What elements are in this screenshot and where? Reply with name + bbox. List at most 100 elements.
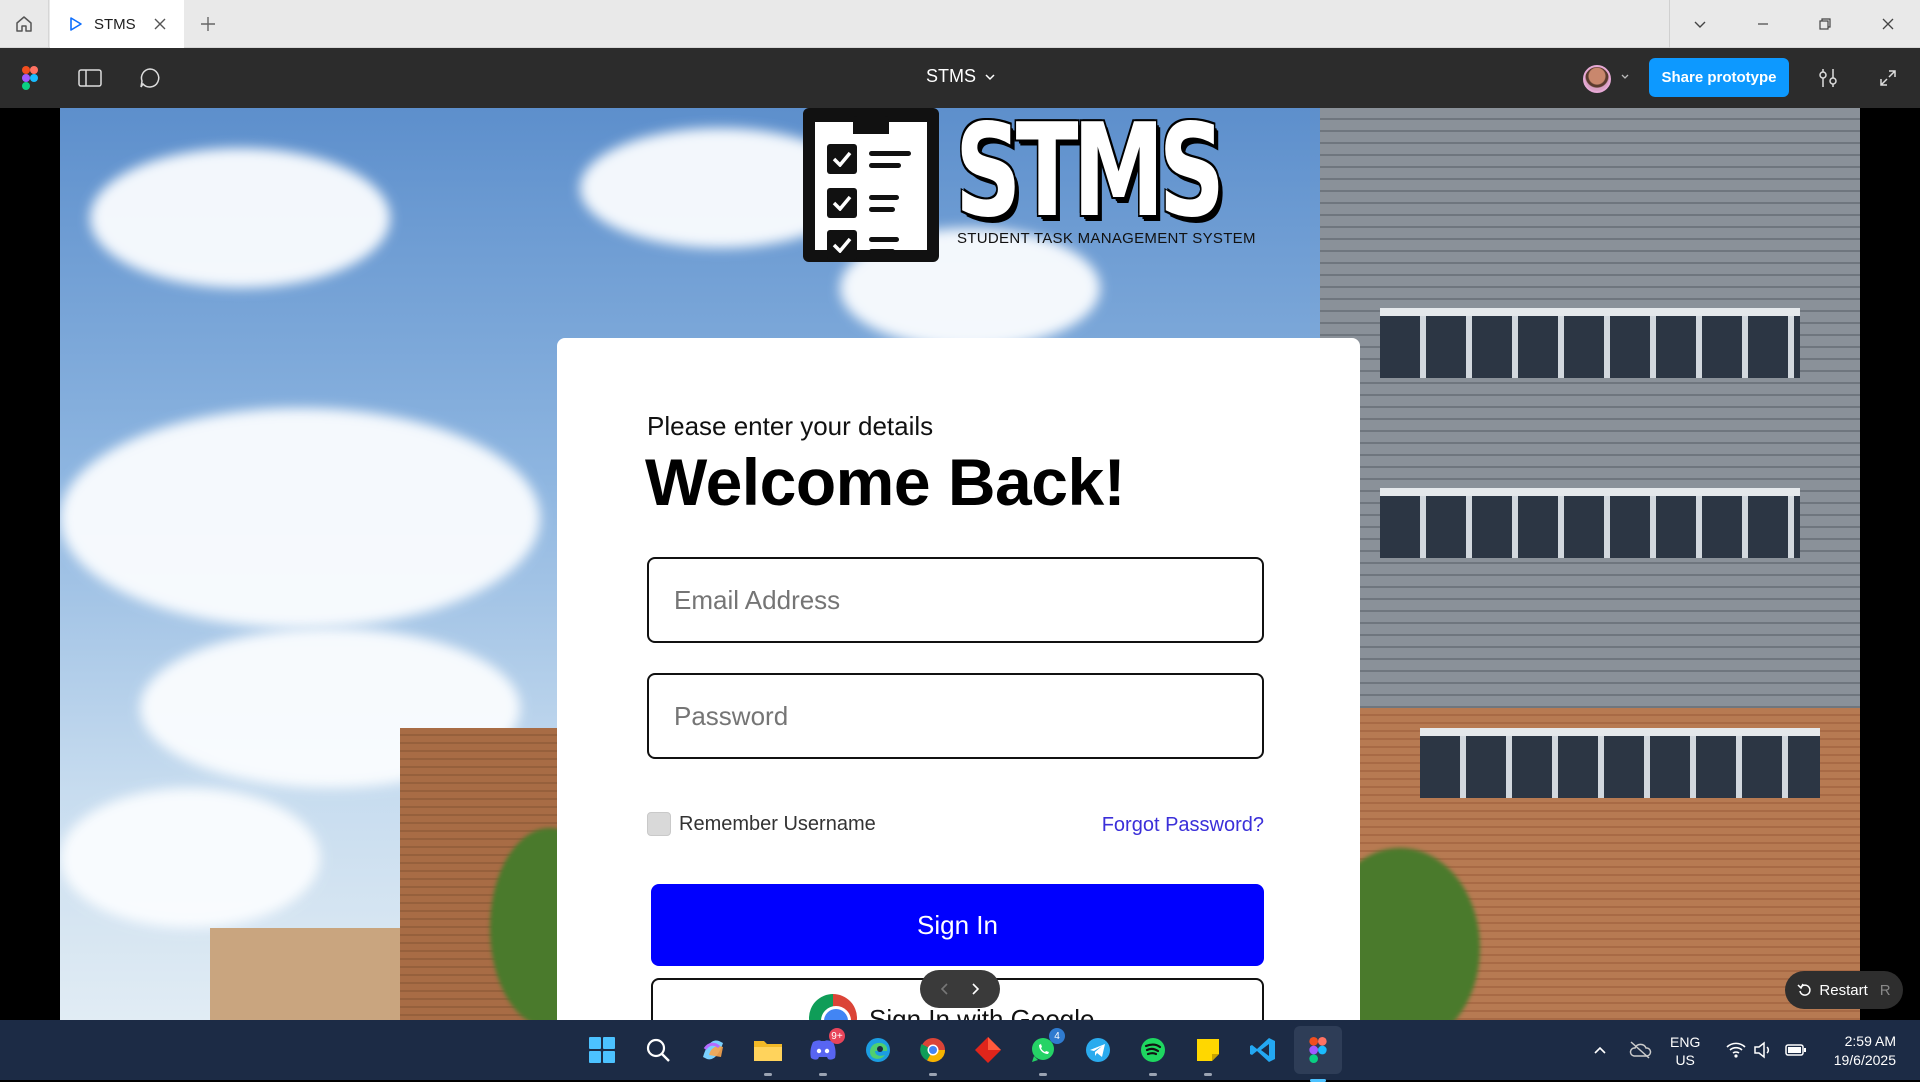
restart-label: Restart	[1819, 981, 1868, 999]
prototype-canvas: STMS STUDENT TASK MANAGEMENT SYSTEM Plea…	[0, 108, 1920, 1020]
prototype-toolbar: STMS Share prototype	[0, 48, 1920, 108]
play-icon	[70, 17, 82, 31]
clock-date: 19/6/2025	[1833, 1052, 1896, 1068]
clock-time: 2:59 AM	[1844, 1033, 1896, 1049]
google-icon	[809, 994, 857, 1020]
figma-menu-button[interactable]	[22, 66, 38, 90]
background-building	[210, 928, 420, 1020]
chrome-button[interactable]	[915, 1032, 951, 1076]
password-field[interactable]	[647, 673, 1264, 759]
file-explorer-button[interactable]	[750, 1032, 786, 1076]
home-icon	[16, 16, 32, 32]
copilot-button[interactable]	[695, 1032, 731, 1068]
app-red-diamond-button[interactable]	[970, 1032, 1006, 1068]
file-title-dropdown[interactable]: STMS	[926, 66, 996, 87]
restore-button[interactable]	[1813, 12, 1837, 36]
remember-username[interactable]: Remember Username	[647, 812, 876, 836]
login-card: Please enter your details Welcome Back! …	[557, 338, 1360, 1020]
windows-taskbar: 9+ 4 ENG US 2:59 AM 19/6/2025	[0, 1020, 1920, 1082]
restart-icon	[1797, 983, 1812, 996]
prototype-navigation	[920, 970, 1000, 1008]
onedrive-button[interactable]	[1622, 1032, 1658, 1068]
volume-icon	[1754, 1041, 1770, 1059]
file-explorer-icon	[754, 1041, 782, 1061]
new-tab-button[interactable]	[196, 12, 220, 36]
forgot-password-link[interactable]: Forgot Password?	[1102, 814, 1264, 837]
vscode-icon	[1250, 1038, 1275, 1062]
building-windows	[1420, 728, 1820, 798]
restart-prototype-button[interactable]: Restart R	[1785, 971, 1903, 1009]
sticky-notes-icon	[1197, 1039, 1219, 1061]
settings-sliders-icon	[1819, 69, 1837, 87]
background-building	[1320, 108, 1860, 1020]
close-tab-icon[interactable]	[152, 16, 168, 32]
previous-frame-icon[interactable]	[938, 982, 952, 996]
discord-button[interactable]: 9+	[805, 1028, 845, 1076]
background-cloud	[60, 788, 320, 928]
email-field[interactable]	[647, 557, 1264, 643]
spotify-icon	[1141, 1038, 1165, 1062]
toggle-sidebar-button[interactable]	[78, 66, 102, 90]
figma-logo-icon	[22, 66, 38, 90]
minimize-button[interactable]	[1751, 12, 1775, 36]
building-windows	[1380, 308, 1800, 378]
home-button[interactable]	[0, 0, 49, 48]
fullscreen-button[interactable]	[1879, 66, 1897, 90]
tabs-dropdown-button[interactable]	[1688, 12, 1712, 36]
vscode-button[interactable]	[1245, 1032, 1281, 1068]
login-screen-frame: STMS STUDENT TASK MANAGEMENT SYSTEM Plea…	[60, 108, 1860, 1020]
close-window-button[interactable]	[1876, 12, 1900, 36]
battery-icon	[1785, 1044, 1806, 1056]
search-button[interactable]	[640, 1032, 676, 1068]
logo-wordmark: STMS	[955, 108, 1225, 246]
background-cloud	[90, 148, 390, 288]
tab-stms[interactable]: STMS	[50, 0, 184, 48]
prototype-settings-button[interactable]	[1817, 66, 1839, 90]
figma-icon	[1309, 1037, 1327, 1063]
input-language[interactable]: ENG US	[1670, 1033, 1700, 1069]
share-prototype-button[interactable]: Share prototype	[1649, 58, 1789, 97]
logo-tagline: STUDENT TASK MANAGEMENT SYSTEM	[957, 230, 1256, 247]
login-heading: Welcome Back!	[645, 445, 1126, 519]
close-icon	[1882, 18, 1894, 30]
sign-in-button[interactable]: Sign In	[651, 884, 1264, 966]
remember-checkbox[interactable]	[647, 812, 671, 836]
figma-taskbar-button[interactable]	[1294, 1026, 1342, 1082]
building-windows	[1380, 488, 1800, 558]
stms-logo: STMS STUDENT TASK MANAGEMENT SYSTEM	[803, 108, 1255, 263]
restart-shortcut: R	[1879, 981, 1891, 999]
start-icon	[589, 1037, 615, 1063]
spotify-button[interactable]	[1135, 1032, 1171, 1076]
tab-label: STMS	[94, 15, 136, 33]
app-red-diamond-icon	[975, 1037, 1001, 1063]
avatar-chevron-down-icon[interactable]	[1620, 72, 1630, 82]
show-hidden-icons-button[interactable]	[1582, 1032, 1618, 1068]
battery-button[interactable]	[1778, 1032, 1814, 1068]
background-cloud	[60, 408, 540, 628]
plus-icon	[201, 17, 215, 31]
whatsapp-button[interactable]: 4	[1025, 1028, 1065, 1076]
window-titlebar: STMS	[0, 0, 1920, 48]
wifi-icon	[1726, 1042, 1746, 1058]
expand-icon	[1880, 70, 1896, 86]
clipboard-checklist-icon	[803, 108, 939, 262]
whatsapp-badge: 4	[1049, 1028, 1065, 1044]
edge-button[interactable]	[860, 1032, 896, 1068]
login-subtitle: Please enter your details	[647, 411, 934, 441]
chrome-icon	[920, 1038, 945, 1063]
volume-button[interactable]	[1745, 1032, 1781, 1068]
discord-badge: 9+	[829, 1028, 845, 1044]
comments-button[interactable]	[139, 66, 161, 90]
telegram-button[interactable]	[1080, 1032, 1116, 1068]
sticky-notes-button[interactable]	[1190, 1032, 1226, 1076]
region-code: US	[1675, 1052, 1695, 1068]
start-button[interactable]	[584, 1032, 620, 1068]
chevron-up-icon	[1594, 1046, 1606, 1054]
search-icon	[646, 1038, 670, 1062]
taskbar-clock[interactable]: 2:59 AM 19/6/2025	[1820, 1032, 1896, 1070]
file-title: STMS	[926, 66, 977, 86]
user-avatar[interactable]	[1583, 65, 1611, 93]
next-frame-icon[interactable]	[968, 982, 982, 996]
minimize-icon	[1758, 23, 1768, 25]
language-code: ENG	[1670, 1034, 1701, 1050]
